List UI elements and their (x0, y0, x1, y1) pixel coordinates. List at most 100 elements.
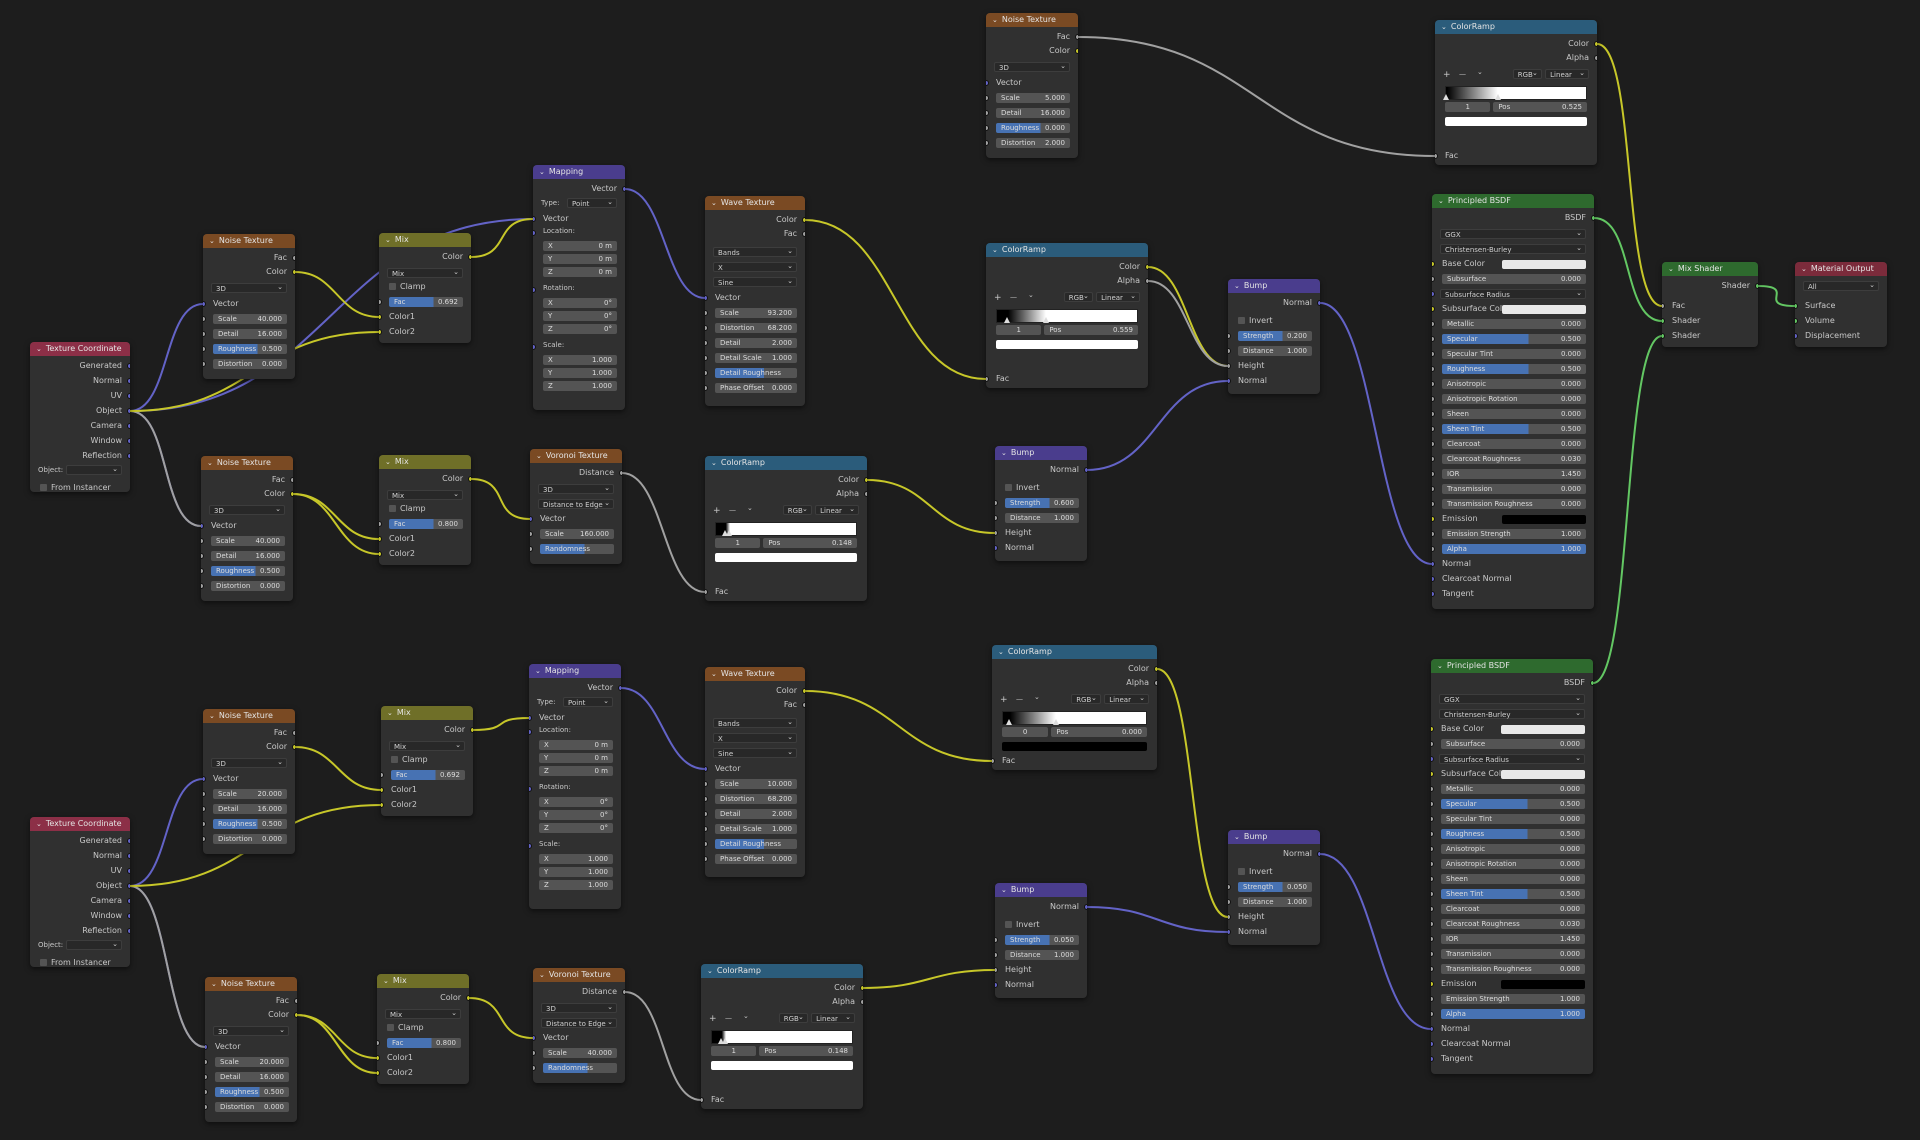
input-socket[interactable] (705, 295, 708, 301)
remove-stop-button[interactable]: — (1010, 293, 1017, 301)
remove-stop-button[interactable]: — (725, 1014, 732, 1022)
input-socket[interactable] (203, 776, 206, 782)
location-z-field[interactable]: Z 0 m (539, 766, 613, 776)
input-socket[interactable] (1431, 1026, 1434, 1032)
chevron-down-icon[interactable]: ⌄ (1438, 194, 1444, 208)
input-socket[interactable] (205, 1074, 208, 1080)
detail-field[interactable]: Detail 16.000 (996, 108, 1070, 118)
alpha-field[interactable]: Alpha 1.000 (1442, 544, 1586, 554)
input-socket[interactable] (203, 331, 206, 337)
stop-index-field[interactable]: 1 (1445, 102, 1491, 112)
remove-stop-button[interactable]: — (729, 506, 736, 514)
stop-color-swatch[interactable] (996, 340, 1138, 349)
scale-z-field[interactable]: Z 1.000 (539, 880, 613, 890)
output-socket[interactable] (292, 269, 295, 275)
output-socket[interactable] (292, 255, 295, 261)
scale-field[interactable]: Scale 160.000 (540, 529, 614, 539)
input-socket[interactable] (1432, 576, 1435, 582)
node-link[interactable] (1596, 43, 1663, 307)
detail-rough-field[interactable]: Detail Roughness0.500 (715, 839, 797, 849)
principled-bsdf-node[interactable]: ⌄Principled BSDF BSDF GGX Christensen-Burle… (1432, 194, 1594, 609)
noise-texture-node[interactable]: ⌄Noise TextureFacColor3DVectorScale20.00… (203, 709, 295, 854)
input-socket[interactable] (530, 516, 533, 522)
node-header[interactable]: ⌄ Noise Texture (203, 234, 295, 248)
texture-coordinate-node[interactable]: ⌄ Texture Coordinate Generated Normal UV Obje… (30, 342, 130, 492)
output-socket[interactable] (864, 477, 867, 483)
node-header[interactable]: ⌄ Mix (381, 706, 473, 720)
chevron-down-icon[interactable]: ⌄ (209, 234, 215, 248)
output-socket[interactable] (294, 998, 297, 1004)
node-link[interactable] (1077, 36, 1436, 157)
detail-field[interactable]: Detail 16.000 (213, 804, 287, 814)
stop-color-swatch[interactable] (1445, 117, 1587, 126)
output-socket[interactable] (618, 685, 621, 691)
output-socket[interactable] (127, 453, 130, 459)
subsurface-color-swatch[interactable] (1501, 770, 1585, 779)
rotation-z-field[interactable]: Z 0° (543, 324, 617, 334)
node-header[interactable]: ⌄ Noise Texture (201, 456, 293, 470)
input-socket[interactable] (203, 791, 206, 797)
distance-field[interactable]: Distance 1.000 (1238, 897, 1312, 907)
input-socket[interactable] (1435, 153, 1438, 159)
input-socket[interactable] (203, 301, 206, 307)
input-socket[interactable] (995, 515, 998, 521)
input-socket[interactable] (705, 310, 708, 316)
add-stop-button[interactable]: + (709, 1014, 717, 1024)
subsurface-color-swatch[interactable] (1502, 305, 1586, 314)
checkbox[interactable] (1238, 868, 1245, 875)
scale-z-field[interactable]: Z 1.000 (543, 381, 617, 391)
chevron-down-icon[interactable]: ⌄ (998, 645, 1004, 659)
chevron-down-icon[interactable]: ⌄ (209, 709, 215, 723)
scale-field[interactable]: Scale 40.000 (213, 314, 287, 324)
add-stop-button[interactable]: + (1443, 70, 1451, 80)
colorramp-node[interactable]: ⌄ColorRampColorAlpha+—⌄RGBLinear1Pos0.52… (1435, 20, 1597, 165)
scale-field[interactable]: Scale 20.000 (215, 1057, 289, 1067)
node-link[interactable] (804, 219, 987, 380)
scale-field[interactable]: Scale 10.000 (715, 779, 797, 789)
node-link[interactable] (1319, 302, 1433, 565)
noise-texture-node[interactable]: ⌄Noise TextureFacColor3DVectorScale40.00… (203, 234, 295, 379)
chevron-down-icon[interactable]: ⌄ (747, 504, 753, 512)
bump-node[interactable]: ⌄ Bump Normal Invert Strength 0.600 Distance 1.… (995, 446, 1087, 561)
strength-field[interactable]: Strength 0.050 (1238, 882, 1312, 892)
dimension-dropdown[interactable]: 3D (211, 757, 287, 768)
node-header[interactable]: ⌄ ColorRamp (701, 964, 863, 978)
color-ramp-gradient[interactable] (1445, 86, 1587, 100)
input-socket[interactable] (1431, 996, 1434, 1002)
node-link[interactable] (129, 410, 202, 527)
principled-bsdf-node[interactable]: ⌄Principled BSDF BSDF GGX Christensen-Burle… (1431, 659, 1593, 1074)
interpolation-dropdown[interactable]: Linear (1096, 291, 1140, 302)
aniso-field[interactable]: Anisotropic 0.000 (1442, 379, 1586, 389)
node-header[interactable]: ⌄ Principled BSDF (1431, 659, 1593, 673)
color-stop-handle[interactable] (1004, 317, 1011, 323)
input-socket[interactable] (986, 80, 989, 86)
output-socket[interactable] (1145, 278, 1148, 284)
node-header[interactable]: ⌄ Mapping (529, 664, 621, 678)
node-link[interactable] (866, 479, 996, 534)
node-link[interactable] (804, 690, 993, 762)
roughness-field[interactable]: Roughness 0.500 (215, 1087, 289, 1097)
input-socket[interactable] (203, 806, 206, 812)
input-socket[interactable] (1431, 1011, 1434, 1017)
input-socket[interactable] (705, 325, 708, 331)
input-socket[interactable] (1432, 501, 1435, 507)
output-socket[interactable] (1075, 48, 1078, 54)
object-field[interactable] (66, 464, 122, 475)
input-socket[interactable] (1432, 531, 1435, 537)
chevron-down-icon[interactable]: ⌄ (535, 664, 541, 678)
metallic-field[interactable]: Metallic 0.000 (1442, 319, 1586, 329)
node-link[interactable] (129, 885, 206, 1048)
distortion-field[interactable]: Distortion 2.000 (996, 138, 1070, 148)
sheen-tint-field[interactable]: Sheen Tint 0.500 (1441, 889, 1585, 899)
node-header[interactable]: ⌄ Material Output (1795, 262, 1887, 276)
output-socket[interactable] (127, 423, 130, 429)
output-socket[interactable] (802, 688, 805, 694)
strength-field[interactable]: Strength 0.200 (1238, 331, 1312, 341)
chevron-down-icon[interactable]: ⌄ (1801, 262, 1807, 276)
input-socket[interactable] (986, 140, 989, 146)
location-x-field[interactable]: X 0 m (543, 241, 617, 251)
clearcoat-field[interactable]: Clearcoat 0.000 (1441, 904, 1585, 914)
node-link[interactable] (292, 493, 380, 540)
input-socket[interactable] (995, 530, 998, 536)
profile-dropdown[interactable]: Sine (713, 276, 797, 287)
